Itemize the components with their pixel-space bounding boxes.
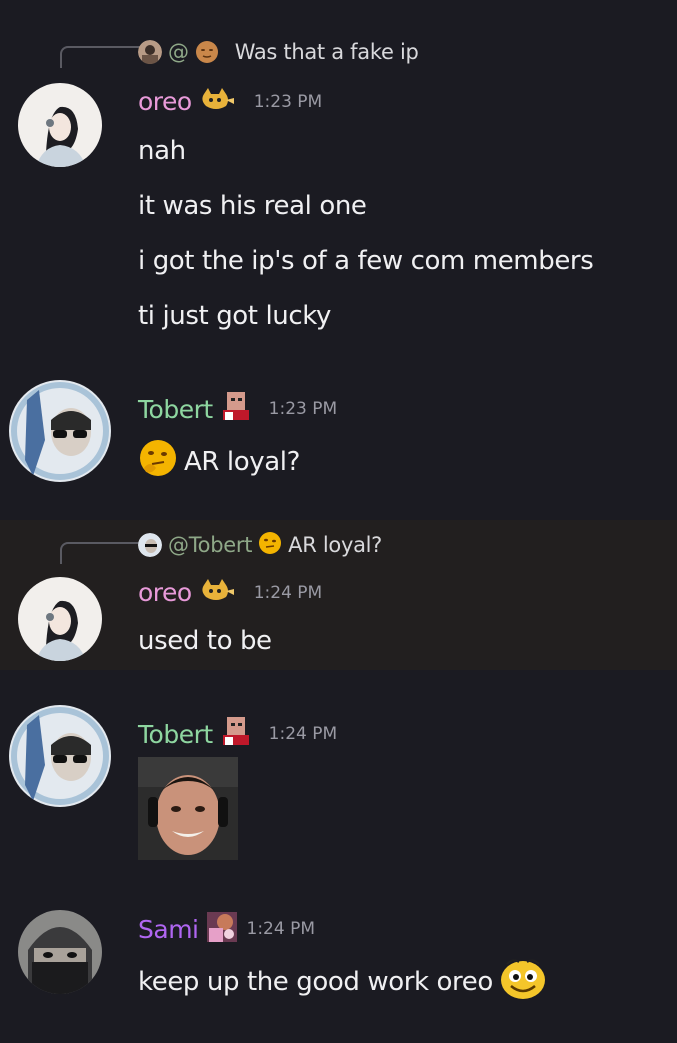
avatar-tobert[interactable]: [9, 705, 111, 807]
image-attachment[interactable]: [138, 757, 238, 860]
message-line: keep up the good work oreo: [138, 956, 547, 1007]
message-line: i got the ip's of a few com members: [138, 246, 594, 276]
message-text: AR loyal?: [184, 446, 300, 477]
reply-preview[interactable]: @ Was that a fake ip: [138, 37, 419, 67]
reply-connector: [60, 542, 140, 564]
username-oreo[interactable]: oreo: [138, 87, 192, 116]
message-tobert-1: Tobert 1:23 PM AR loyal?: [0, 370, 677, 500]
timestamp[interactable]: 1:23 PM: [254, 92, 323, 112]
message-sami: Sami 1:24 PM keep up the good work oreo: [0, 900, 677, 1020]
avatar-sami[interactable]: [18, 910, 102, 994]
reply-preview[interactable]: @Tobert AR loyal?: [138, 530, 382, 560]
message-line: AR loyal?: [138, 438, 300, 485]
message-header: Sami 1:24 PM: [138, 912, 315, 946]
username-tobert[interactable]: Tobert: [138, 720, 213, 749]
cat-badge-icon: [200, 87, 236, 116]
thinking-face-icon: [138, 438, 178, 485]
timestamp[interactable]: 1:23 PM: [269, 399, 338, 419]
username-tobert[interactable]: Tobert: [138, 395, 213, 424]
reply-mention[interactable]: @: [168, 40, 189, 64]
message-line: used to be: [138, 626, 272, 656]
message-line: it was his real one: [138, 191, 367, 221]
reply-text: AR loyal?: [288, 533, 383, 557]
message-oreo-2: @Tobert AR loyal? oreo 1:24 PM used to b…: [0, 520, 677, 670]
message-tobert-2: Tobert 1:24 PM: [0, 695, 677, 875]
timestamp[interactable]: 1:24 PM: [247, 919, 316, 939]
timestamp[interactable]: 1:24 PM: [254, 583, 323, 603]
message-header: Tobert 1:24 PM: [138, 715, 337, 753]
message-line: ti just got lucky: [138, 301, 331, 331]
pixel-badge-icon: [221, 715, 251, 753]
message-header: oreo 1:24 PM: [138, 578, 322, 607]
reply-avatar: [138, 40, 162, 64]
reply-emoji-icon: [195, 40, 219, 64]
username-oreo[interactable]: oreo: [138, 578, 192, 607]
avatar-oreo[interactable]: [18, 83, 102, 167]
pixel-badge-icon: [221, 390, 251, 428]
message-header: Tobert 1:23 PM: [138, 390, 337, 428]
message-oreo-1: @ Was that a fake ip oreo 1:23 PM nah it…: [0, 0, 677, 350]
avatar-oreo[interactable]: [18, 577, 102, 661]
chat-log: @ Was that a fake ip oreo 1:23 PM nah it…: [0, 0, 677, 1043]
goofy-smile-icon: [499, 956, 547, 1007]
reply-mention[interactable]: @Tobert: [168, 533, 252, 557]
message-text: keep up the good work oreo: [138, 966, 493, 997]
reply-connector: [60, 46, 140, 68]
avatar-tobert[interactable]: [9, 380, 111, 482]
timestamp[interactable]: 1:24 PM: [269, 724, 338, 744]
reply-text: Was that a fake ip: [234, 40, 419, 64]
thinking-face-icon: [258, 531, 282, 560]
cat-badge-icon: [200, 578, 236, 607]
message-line: nah: [138, 136, 186, 166]
username-sami[interactable]: Sami: [138, 915, 199, 944]
art-badge-icon: [206, 912, 237, 946]
reply-avatar: [138, 533, 162, 557]
message-header: oreo 1:23 PM: [138, 87, 322, 116]
